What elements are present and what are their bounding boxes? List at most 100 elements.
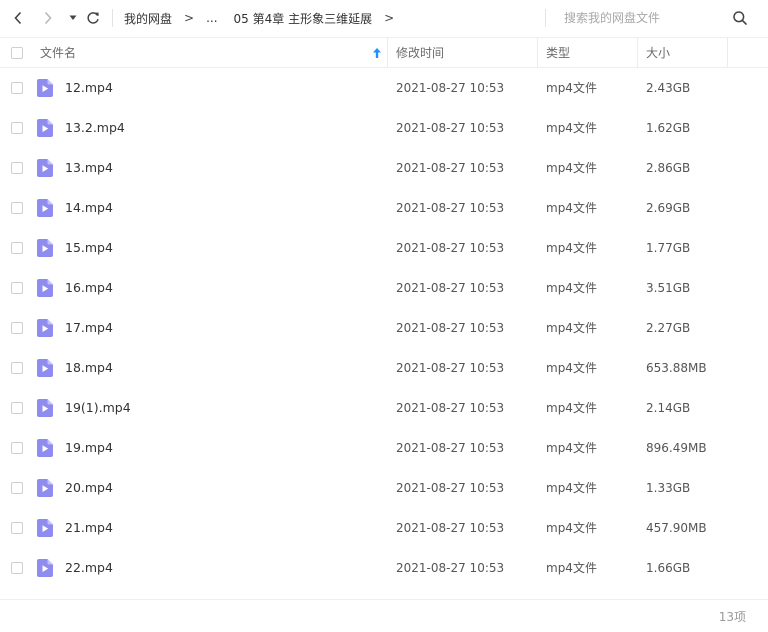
file-name[interactable]: 21.mp4: [65, 508, 113, 548]
file-modified: 2021-08-27 10:53: [396, 481, 505, 495]
file-modified: 2021-08-27 10:53: [396, 561, 505, 575]
table-row[interactable]: 20.mp4 2021-08-27 10:53 mp4文件 1.33GB: [0, 468, 768, 508]
file-type: mp4文件: [546, 481, 597, 495]
file-size: 896.49MB: [646, 441, 707, 455]
table-row[interactable]: 22.mp4 2021-08-27 10:53 mp4文件 1.66GB: [0, 548, 768, 588]
forward-button[interactable]: [38, 8, 58, 28]
video-file-icon: [37, 479, 53, 497]
row-checkbox[interactable]: [11, 402, 23, 414]
column-divider[interactable]: [727, 38, 728, 68]
toolbar: 我的网盘 > ... 05 第4章 主形象三维延展 >: [0, 0, 768, 36]
row-checkbox[interactable]: [11, 322, 23, 334]
column-divider[interactable]: [537, 38, 538, 68]
file-type: mp4文件: [546, 521, 597, 535]
refresh-icon: [87, 12, 99, 24]
search-icon[interactable]: [732, 10, 748, 26]
refresh-button[interactable]: [83, 8, 103, 28]
file-type: mp4文件: [546, 321, 597, 335]
file-name[interactable]: 13.mp4: [65, 148, 113, 188]
table-row[interactable]: 12.mp4 2021-08-27 10:53 mp4文件 2.43GB: [0, 68, 768, 108]
table-row[interactable]: 13.2.mp4 2021-08-27 10:53 mp4文件 1.62GB: [0, 108, 768, 148]
video-file-icon: [37, 559, 53, 577]
video-file-icon: [37, 79, 53, 97]
select-all-checkbox[interactable]: [11, 47, 23, 59]
file-type: mp4文件: [546, 361, 597, 375]
breadcrumb-root[interactable]: 我的网盘: [124, 10, 172, 27]
row-checkbox[interactable]: [11, 482, 23, 494]
table-row[interactable]: 19.mp4 2021-08-27 10:53 mp4文件 896.49MB: [0, 428, 768, 468]
file-name[interactable]: 20.mp4: [65, 468, 113, 508]
table-row[interactable]: 15.mp4 2021-08-27 10:53 mp4文件 1.77GB: [0, 228, 768, 268]
file-name[interactable]: 15.mp4: [65, 228, 113, 268]
row-checkbox[interactable]: [11, 202, 23, 214]
column-divider[interactable]: [387, 38, 388, 68]
row-checkbox[interactable]: [11, 82, 23, 94]
file-size: 2.27GB: [646, 321, 691, 335]
video-file-icon: [37, 359, 53, 377]
row-checkbox[interactable]: [11, 522, 23, 534]
row-checkbox[interactable]: [11, 562, 23, 574]
column-name[interactable]: 文件名: [40, 38, 76, 68]
breadcrumb-separator: >: [184, 11, 195, 25]
file-name[interactable]: 13.2.mp4: [65, 108, 125, 148]
toolbar-divider: [112, 9, 113, 27]
caret-down-icon: [69, 15, 77, 20]
file-name[interactable]: 14.mp4: [65, 188, 113, 228]
table-row[interactable]: 16.mp4 2021-08-27 10:53 mp4文件 3.51GB: [0, 268, 768, 308]
table-row[interactable]: 14.mp4 2021-08-27 10:53 mp4文件 2.69GB: [0, 188, 768, 228]
file-type: mp4文件: [546, 121, 597, 135]
table-row[interactable]: 17.mp4 2021-08-27 10:53 mp4文件 2.27GB: [0, 308, 768, 348]
file-name[interactable]: 18.mp4: [65, 348, 113, 388]
row-checkbox[interactable]: [11, 242, 23, 254]
file-size: 2.43GB: [646, 81, 691, 95]
arrow-up-icon[interactable]: [372, 47, 382, 59]
video-file-icon: [37, 319, 53, 337]
file-type: mp4文件: [546, 201, 597, 215]
row-checkbox[interactable]: [11, 122, 23, 134]
breadcrumb: 我的网盘 > ... 05 第4章 主形象三维延展 >: [124, 0, 406, 36]
file-size: 2.86GB: [646, 161, 691, 175]
row-checkbox[interactable]: [11, 162, 23, 174]
back-button[interactable]: [8, 8, 28, 28]
file-name[interactable]: 16.mp4: [65, 268, 113, 308]
table-row[interactable]: 18.mp4 2021-08-27 10:53 mp4文件 653.88MB: [0, 348, 768, 388]
file-size: 653.88MB: [646, 361, 707, 375]
table-row[interactable]: 19(1).mp4 2021-08-27 10:53 mp4文件 2.14GB: [0, 388, 768, 428]
file-name[interactable]: 22.mp4: [65, 548, 113, 588]
video-file-icon: [37, 199, 53, 217]
file-size: 3.51GB: [646, 281, 691, 295]
video-file-icon: [37, 519, 53, 537]
column-type[interactable]: 类型: [546, 38, 570, 68]
table-row[interactable]: 13.mp4 2021-08-27 10:53 mp4文件 2.86GB: [0, 148, 768, 188]
search-input[interactable]: [564, 9, 734, 27]
file-modified: 2021-08-27 10:53: [396, 321, 505, 335]
file-size: 2.14GB: [646, 401, 691, 415]
chevron-left-icon: [14, 11, 22, 25]
column-divider[interactable]: [637, 38, 638, 68]
history-dropdown[interactable]: [63, 8, 83, 28]
file-list: 12.mp4 2021-08-27 10:53 mp4文件 2.43GB 13.…: [0, 68, 768, 588]
column-header: 文件名 修改时间 类型 大小: [0, 37, 768, 68]
file-name[interactable]: 19(1).mp4: [65, 388, 131, 428]
file-name[interactable]: 17.mp4: [65, 308, 113, 348]
breadcrumb-ellipsis[interactable]: ...: [206, 11, 217, 25]
file-type: mp4文件: [546, 441, 597, 455]
row-checkbox[interactable]: [11, 362, 23, 374]
file-type: mp4文件: [546, 161, 597, 175]
video-file-icon: [37, 439, 53, 457]
table-row[interactable]: 21.mp4 2021-08-27 10:53 mp4文件 457.90MB: [0, 508, 768, 548]
file-name[interactable]: 19.mp4: [65, 428, 113, 468]
row-checkbox[interactable]: [11, 282, 23, 294]
file-modified: 2021-08-27 10:53: [396, 441, 505, 455]
chevron-right-icon: [44, 11, 52, 25]
column-size[interactable]: 大小: [646, 38, 670, 68]
row-checkbox[interactable]: [11, 442, 23, 454]
breadcrumb-separator[interactable]: >: [384, 11, 394, 25]
file-name[interactable]: 12.mp4: [65, 68, 113, 108]
file-type: mp4文件: [546, 561, 597, 575]
video-file-icon: [37, 159, 53, 177]
column-modified[interactable]: 修改时间: [396, 38, 444, 68]
file-type: mp4文件: [546, 241, 597, 255]
video-file-icon: [37, 399, 53, 417]
breadcrumb-current[interactable]: 05 第4章 主形象三维延展: [234, 10, 373, 27]
